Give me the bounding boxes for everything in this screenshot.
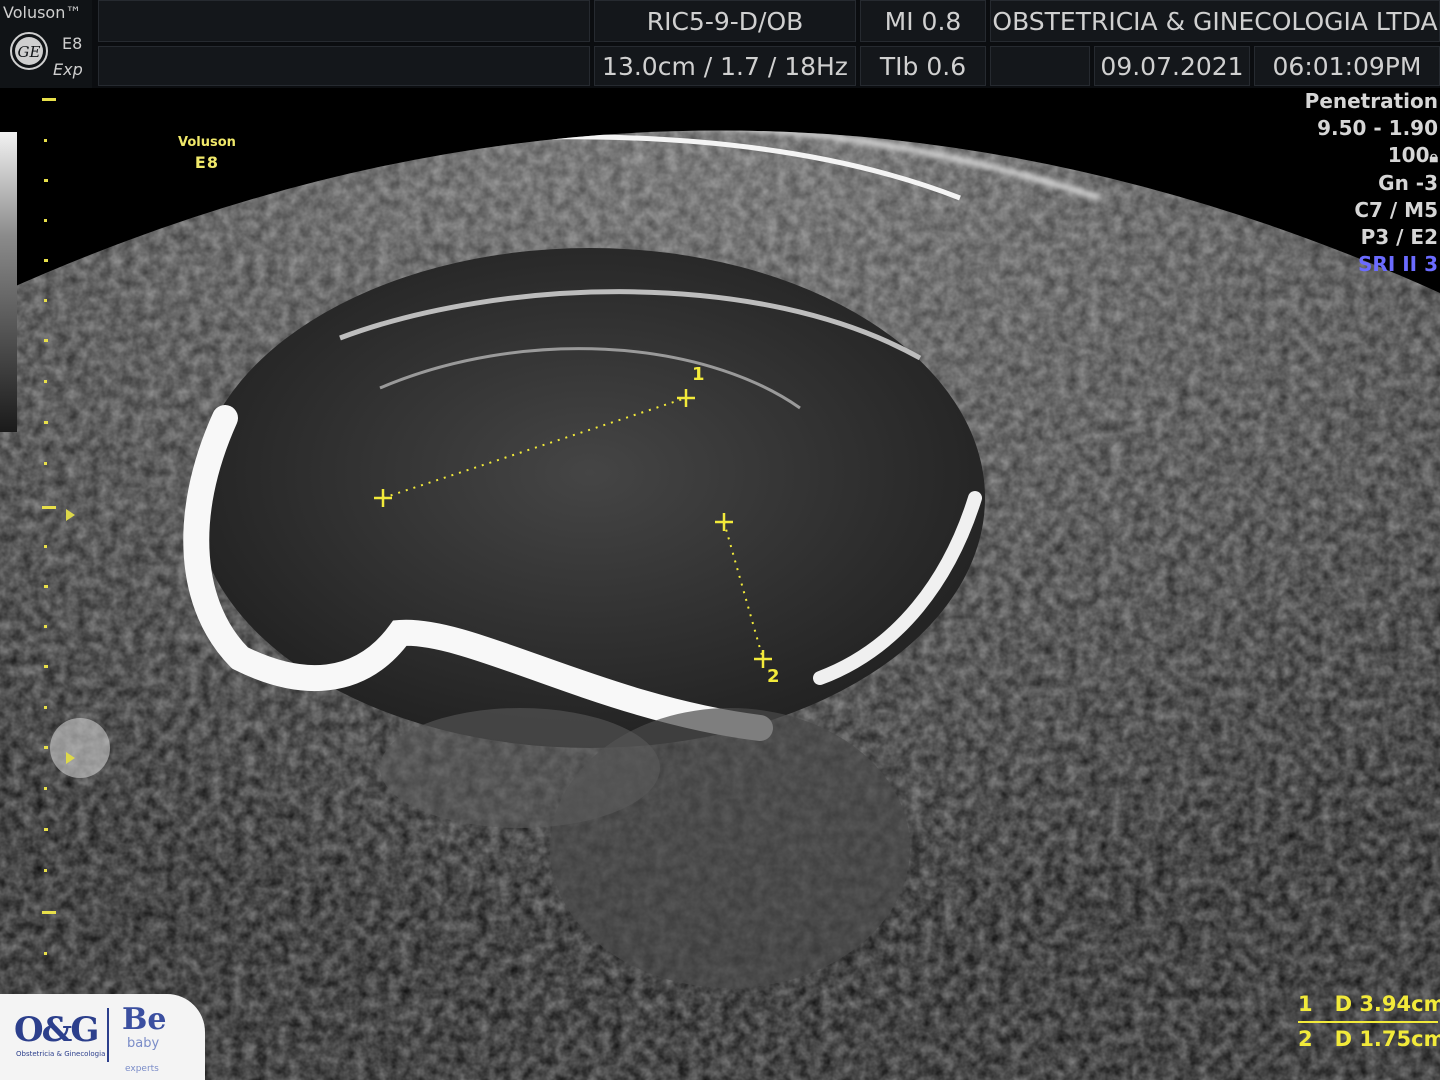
- header-bar: Voluson™ GE E8 Exp RIC5-9-D/OB 13.0cm / …: [0, 0, 1440, 88]
- depth-label: 13.0cm / 1.7 / 18Hz: [594, 46, 856, 86]
- overlay-brand-name: Voluson: [178, 135, 236, 150]
- clinic-logo-badge: O&G Obstetricia & Ginecologia Be baby ex…: [0, 994, 205, 1080]
- be-logo-tagline: experts: [125, 1064, 159, 1074]
- depth-tick: [44, 665, 48, 668]
- header-blank-top: [98, 0, 590, 42]
- ge-logo-text: GE: [18, 43, 41, 61]
- be-logo: Be: [122, 1002, 167, 1037]
- depth-tick: [44, 462, 47, 465]
- imaging-parameters: Penetration 9.50 - 1.90 100🔒︎ Gn -3 C7 /…: [1305, 88, 1438, 278]
- ge-logo-icon: GE: [10, 32, 48, 70]
- depth-tick: [42, 506, 56, 509]
- depth-tick: [44, 299, 47, 302]
- param-power-row: 100🔒︎: [1305, 142, 1438, 170]
- depth-tick: [44, 259, 48, 262]
- depth-tick: [44, 339, 48, 342]
- header-blank-bottom: [98, 46, 590, 86]
- clinic-label: OBSTETRICIA & GINECOLOGIA LTDA: [990, 0, 1440, 42]
- measurement-type: D: [1334, 1027, 1352, 1051]
- measurement-index: 1: [1298, 992, 1313, 1016]
- depth-tick: [44, 380, 47, 383]
- param-sri: SRI II 3: [1358, 252, 1438, 276]
- ultrasound-scan-svg: [0, 130, 1440, 1080]
- depth-tick: [42, 911, 56, 914]
- overlay-brand: Voluson E8: [178, 133, 236, 173]
- caliper-label-2: 2: [767, 666, 780, 687]
- date-label: 09.07.2021: [1094, 46, 1250, 86]
- og-logo-subtitle: Obstetricia & Ginecologia: [16, 1050, 106, 1058]
- ultrasound-image[interactable]: [0, 88, 1440, 1080]
- be-logo-subtitle: baby: [127, 1036, 160, 1051]
- param-power: 100: [1387, 143, 1430, 167]
- param-mode: Penetration: [1304, 89, 1438, 113]
- measurement-row[interactable]: 1 D 3.94cm: [1298, 988, 1440, 1023]
- overlay-brand-model: E8: [194, 153, 219, 172]
- depth-tick: [44, 787, 47, 790]
- depth-tick: [44, 706, 47, 709]
- focus-marker-icon[interactable]: [66, 509, 75, 521]
- caliper-label-1: 1: [692, 364, 705, 385]
- brand-mode: Exp: [53, 60, 83, 79]
- depth-tick: [44, 421, 48, 424]
- measurement-index: 2: [1298, 1027, 1313, 1051]
- depth-tick: [44, 179, 48, 182]
- brand-name: Voluson™: [3, 3, 82, 22]
- lock-icon: 🔒︎: [1429, 147, 1438, 166]
- depth-tick: [44, 746, 48, 749]
- param-cm: C7 / M5: [1354, 198, 1438, 222]
- depth-tick: [44, 545, 47, 548]
- time-label: 06:01:09PM: [1254, 46, 1440, 86]
- measurement-results: 1 D 3.94cm 2 D 1.75cm: [1298, 988, 1440, 1056]
- brand-panel: Voluson™ GE E8 Exp: [0, 0, 92, 88]
- depth-tick: [44, 952, 47, 955]
- depth-tick: [44, 139, 47, 142]
- depth-tick: [44, 219, 47, 222]
- param-gain: Gn -3: [1378, 171, 1438, 195]
- depth-tick: [44, 625, 47, 628]
- depth-tick: [42, 98, 56, 101]
- mi-label: MI 0.8: [860, 0, 986, 42]
- focus-marker-icon[interactable]: [66, 752, 75, 764]
- measurement-value: 1.75cm: [1359, 1027, 1440, 1051]
- measurement-value: 3.94cm: [1359, 992, 1440, 1016]
- og-logo: O&G: [14, 1010, 99, 1050]
- measurement-row[interactable]: 2 D 1.75cm: [1298, 1023, 1440, 1056]
- depth-tick: [44, 869, 47, 872]
- logo-divider: [107, 1008, 109, 1062]
- param-pe: P3 / E2: [1360, 225, 1438, 249]
- grayscale-bar: [0, 132, 17, 432]
- brand-model: E8: [62, 34, 83, 53]
- depth-tick: [44, 828, 48, 831]
- param-range: 9.50 - 1.90: [1317, 116, 1438, 140]
- header-blank-mid: [990, 46, 1090, 86]
- measurement-type: D: [1334, 992, 1352, 1016]
- depth-tick: [44, 585, 48, 588]
- probe-label: RIC5-9-D/OB: [594, 0, 856, 42]
- tib-label: TIb 0.6: [860, 46, 986, 86]
